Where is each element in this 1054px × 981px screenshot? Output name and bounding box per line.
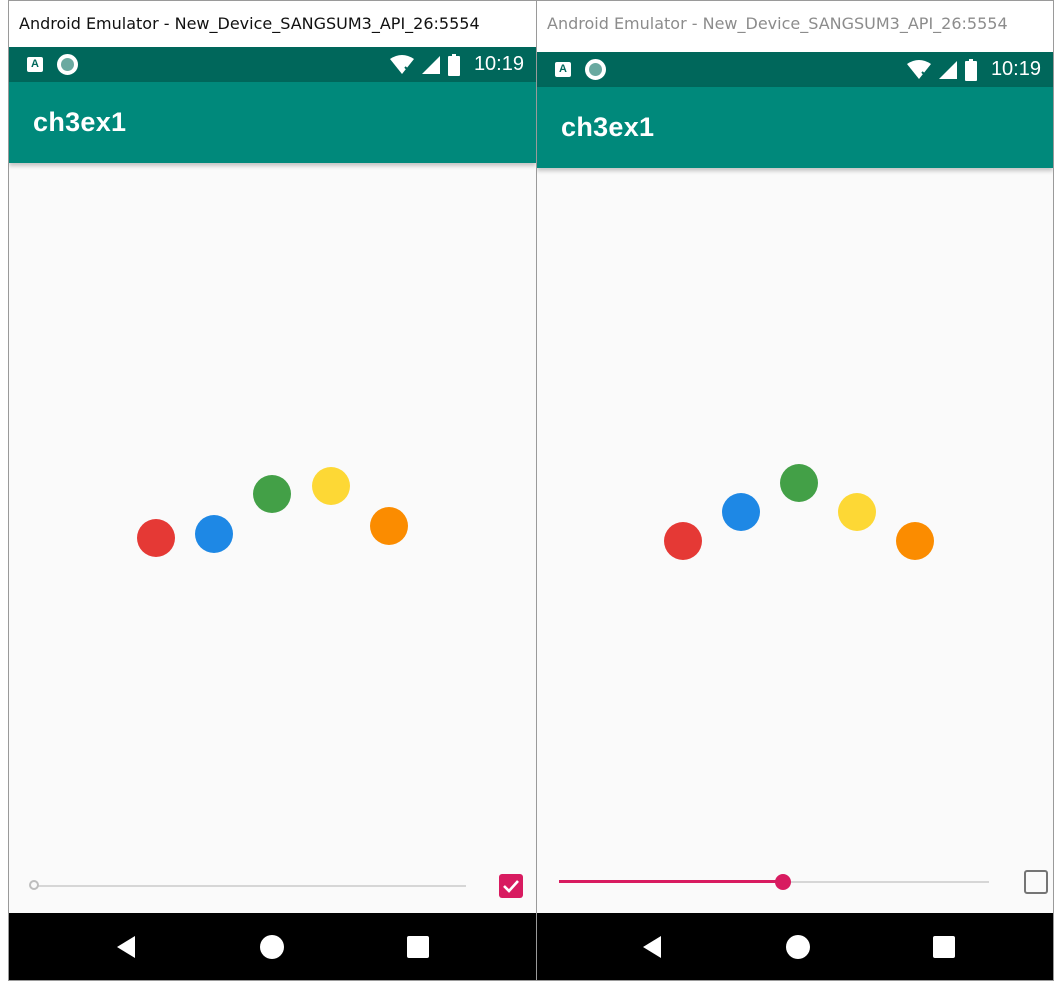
window-title: Android Emulator - New_Device_SANGSUM3_A… [537, 1, 1053, 47]
nav-recents-button[interactable] [914, 913, 974, 980]
window-title: Android Emulator - New_Device_SANGSUM3_A… [9, 1, 536, 47]
emulator-window-right: Android Emulator - New_Device_SANGSUM3_A… [537, 0, 1054, 981]
app-title: ch3ex1 [561, 112, 655, 142]
home-icon [786, 934, 810, 959]
dot-yellow [838, 493, 876, 531]
recents-icon [933, 935, 955, 958]
home-icon [260, 934, 284, 959]
back-icon [643, 935, 661, 958]
wifi-off-icon [389, 54, 414, 74]
device-screen: A 10:19 ch3ex1 [537, 52, 1053, 980]
seekbar-progress [559, 880, 783, 883]
dot-orange [370, 507, 408, 545]
seekbar-track [31, 885, 466, 887]
battery-icon [447, 53, 460, 76]
app-title: ch3ex1 [33, 107, 127, 137]
navigation-bar [537, 913, 1053, 980]
recents-icon [407, 935, 429, 958]
device-screen: A 10:19 ch3ex1 [9, 47, 536, 980]
seekbar[interactable] [29, 874, 466, 898]
dot-blue [722, 493, 760, 531]
battery-icon [964, 58, 977, 81]
content-area [9, 163, 536, 913]
dot-orange [896, 522, 934, 560]
wifi-off-icon [906, 59, 931, 79]
dot-red [664, 522, 702, 560]
content-area [537, 168, 1053, 913]
checkbox[interactable] [1024, 870, 1048, 894]
seekbar-thumb[interactable] [29, 880, 39, 890]
nav-recents-button[interactable] [388, 913, 448, 980]
android-notification-icon: A [27, 57, 43, 72]
dot-blue [195, 515, 233, 553]
back-icon [117, 935, 135, 958]
android-notification-icon: A [555, 62, 571, 77]
emulator-window-left: Android Emulator - New_Device_SANGSUM3_A… [8, 0, 537, 981]
check-icon [503, 880, 519, 893]
dot-yellow [312, 467, 350, 505]
circle-notification-icon [57, 54, 78, 75]
navigation-bar [9, 913, 536, 980]
app-bar: ch3ex1 [9, 82, 536, 163]
nav-back-button[interactable] [622, 913, 682, 980]
checkbox[interactable] [499, 874, 523, 898]
circle-notification-icon [585, 59, 606, 80]
status-bar: A 10:19 [537, 52, 1053, 87]
cell-signal-icon [938, 60, 957, 79]
seekbar-thumb[interactable] [775, 874, 791, 890]
status-bar: A 10:19 [9, 47, 536, 82]
seekbar[interactable] [559, 870, 989, 894]
app-bar: ch3ex1 [537, 87, 1053, 168]
nav-home-button[interactable] [768, 913, 828, 980]
dot-green [780, 464, 818, 502]
status-time: 10:19 [990, 58, 1041, 80]
nav-home-button[interactable] [242, 913, 302, 980]
nav-back-button[interactable] [96, 913, 156, 980]
cell-signal-icon [421, 55, 440, 74]
dot-red [137, 519, 175, 557]
dot-green [253, 475, 291, 513]
status-time: 10:19 [473, 53, 524, 75]
